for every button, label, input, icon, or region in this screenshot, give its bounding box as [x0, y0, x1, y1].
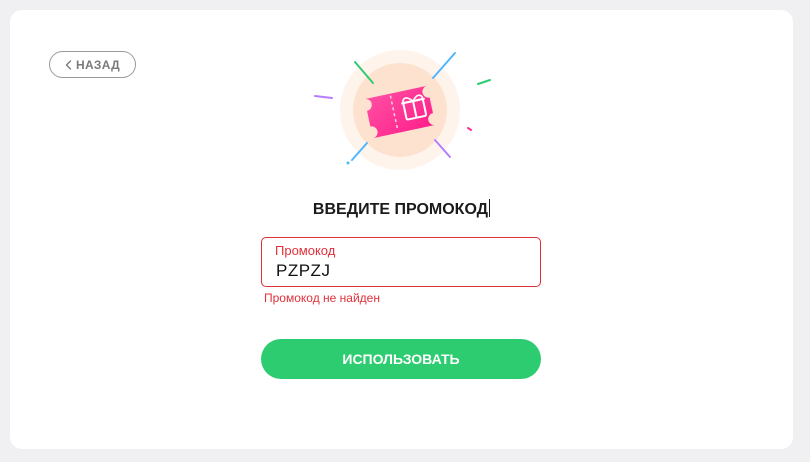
- gift-ticket-icon: [314, 50, 491, 170]
- promo-code-value[interactable]: PZPZJ: [276, 261, 330, 281]
- use-button[interactable]: ИСПОЛЬЗОВАТЬ: [261, 339, 541, 379]
- page-title: ВВЕДИТЕ ПРОМОКОД: [312, 199, 491, 218]
- use-button-label: ИСПОЛЬЗОВАТЬ: [342, 351, 460, 367]
- promo-illustration: [300, 50, 500, 180]
- promo-card: НАЗАД ВВЕДИТЕ ПРОМОКОД Промокод PZPZJ Пр…: [10, 10, 793, 449]
- promo-code-label: Промокод: [275, 243, 336, 258]
- error-message: Промокод не найден: [264, 291, 380, 305]
- promo-code-input[interactable]: Промокод PZPZJ: [261, 237, 541, 287]
- text-caret: [489, 199, 491, 217]
- back-label: НАЗАД: [75, 57, 120, 72]
- back-button[interactable]: НАЗАД: [49, 51, 136, 78]
- chevron-left-icon: [65, 59, 72, 70]
